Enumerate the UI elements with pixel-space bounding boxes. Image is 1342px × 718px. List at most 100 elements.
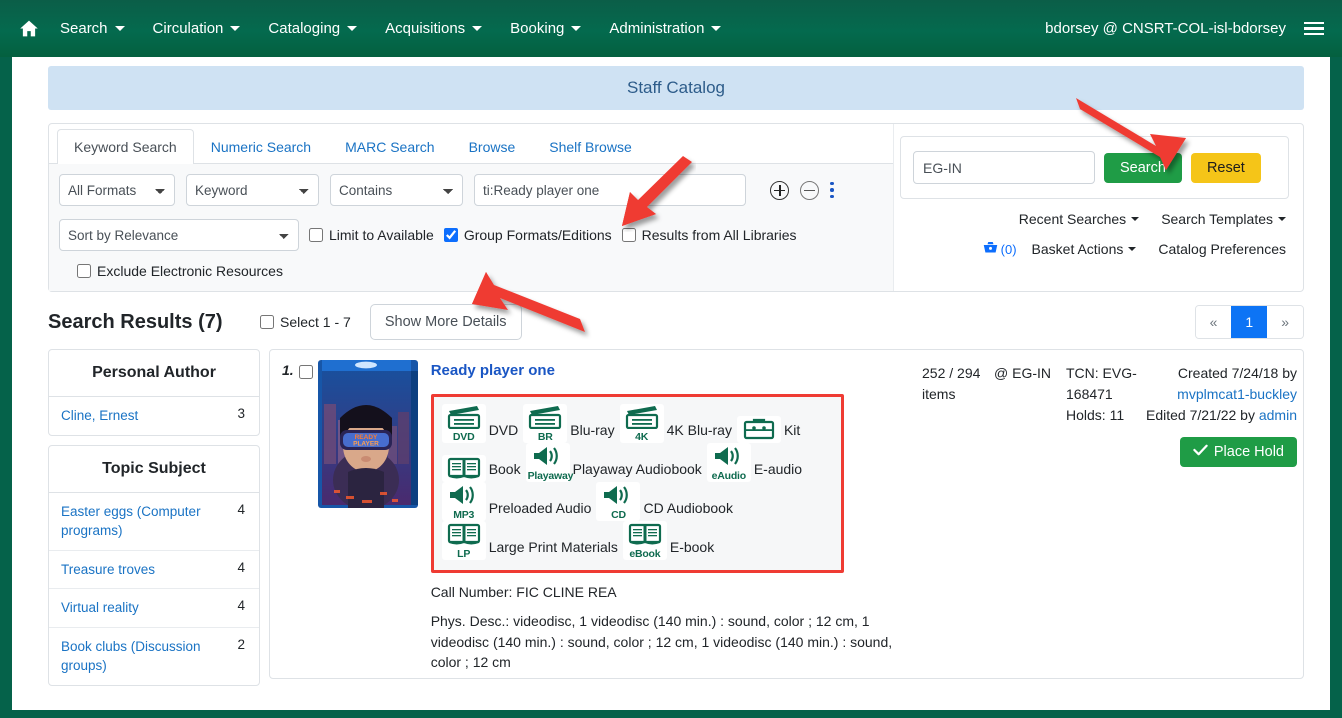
catalog-preferences-link[interactable]: Catalog Preferences bbox=[1147, 234, 1297, 264]
hamburger-menu-icon[interactable] bbox=[1304, 21, 1324, 36]
kebab-menu-icon[interactable] bbox=[830, 181, 834, 199]
kit-icon bbox=[736, 416, 781, 443]
facet-item-label[interactable]: Book clubs (Discussion groups) bbox=[61, 637, 229, 676]
basket-indicator[interactable]: (0) bbox=[981, 239, 1017, 260]
record-select-checkbox[interactable] bbox=[298, 365, 313, 379]
format-large-print-materials[interactable]: LP Large Print Materials bbox=[441, 521, 623, 560]
facet-item[interactable]: Easter eggs (Computer programs) 4 bbox=[49, 493, 259, 551]
group-formats-editions-input[interactable] bbox=[443, 228, 458, 242]
sort-select[interactable]: Sort by Relevance bbox=[59, 219, 299, 251]
group-formats-editions-checkbox[interactable]: Group Formats/Editions bbox=[443, 227, 612, 243]
results-all-libraries-input[interactable] bbox=[621, 228, 636, 242]
search-form: All Formats Keyword Contains ti:Ready pl… bbox=[49, 164, 893, 291]
limit-to-available-input[interactable] bbox=[309, 228, 323, 242]
current-user-label[interactable]: bdorsey @ CNSRT-COL-isl-bdorsey bbox=[1045, 20, 1286, 37]
nav-menu-booking[interactable]: Booking bbox=[496, 14, 595, 43]
record-call-number: Call Number: FIC CLINE REA bbox=[430, 584, 617, 600]
facet-item-count: 4 bbox=[237, 559, 245, 575]
record-created-by-link[interactable]: mvplmcat1-buckley bbox=[1177, 386, 1297, 402]
place-hold-button[interactable]: Place Hold bbox=[1179, 437, 1297, 467]
results-all-libraries-checkbox[interactable]: Results from All Libraries bbox=[621, 227, 797, 243]
format-icons-box: DVD DVD BR Blu-ray 4K 4K Blu-ray Kit Boo… bbox=[430, 394, 844, 573]
reset-button[interactable]: Reset bbox=[1190, 152, 1261, 183]
tab-browse[interactable]: Browse bbox=[452, 129, 533, 164]
pagination-next[interactable]: » bbox=[1267, 306, 1303, 338]
format-caption: LP bbox=[457, 548, 471, 560]
format-cd-audiobook[interactable]: CD CD Audiobook bbox=[596, 482, 738, 521]
basket-actions-dropdown[interactable]: Basket Actions bbox=[1021, 234, 1148, 264]
home-icon[interactable] bbox=[12, 18, 46, 39]
format-e-book[interactable]: eBook E-book bbox=[622, 521, 719, 560]
format-kit[interactable]: Kit bbox=[736, 416, 805, 443]
facet-item[interactable]: Virtual reality 4 bbox=[49, 589, 259, 628]
format-blu-ray[interactable]: BR Blu-ray bbox=[523, 404, 619, 443]
tab-marc-search[interactable]: MARC Search bbox=[328, 129, 451, 164]
tab-shelf-browse[interactable]: Shelf Browse bbox=[532, 129, 648, 164]
pagination-page-1[interactable]: 1 bbox=[1231, 306, 1268, 338]
facet-item-label[interactable]: Virtual reality bbox=[61, 598, 139, 618]
format-row-2: Book Playaway Playaway Audiobook eAudio … bbox=[441, 443, 835, 482]
basket-count: (0) bbox=[1000, 241, 1017, 257]
recent-searches-dropdown[interactable]: Recent Searches bbox=[1008, 204, 1150, 234]
format-label: Book bbox=[488, 461, 521, 477]
record-created: Created 7/24/18 by bbox=[1177, 365, 1297, 381]
operator-select[interactable]: Contains bbox=[330, 174, 463, 206]
record-tcn-block: TCN: EVG-168471 Holds: 11 bbox=[1066, 363, 1142, 678]
facet-item[interactable]: Cline, Ernest 3 bbox=[49, 397, 259, 435]
format-playaway-audiobook[interactable]: Playaway Playaway Audiobook bbox=[525, 443, 707, 482]
tab-keyword-search[interactable]: Keyword Search bbox=[57, 129, 194, 164]
format-caption: BR bbox=[537, 431, 553, 443]
select-all-checkbox[interactable]: Select 1 - 7 bbox=[260, 314, 351, 330]
record-title-link[interactable]: Ready player one bbox=[431, 362, 555, 379]
facet-item[interactable]: Book clubs (Discussion groups) 2 bbox=[49, 628, 259, 685]
format-4k-blu-ray[interactable]: 4K 4K Blu-ray bbox=[619, 404, 737, 443]
format-caption: DVD bbox=[452, 431, 475, 443]
chevron-down-icon bbox=[1131, 217, 1140, 221]
tab-numeric-search[interactable]: Numeric Search bbox=[194, 129, 328, 164]
format-label: E-audio bbox=[753, 461, 803, 477]
nav-menu-cataloging[interactable]: Cataloging bbox=[254, 14, 371, 43]
facet-title: Personal Author bbox=[49, 350, 259, 397]
facet-item-label[interactable]: Easter eggs (Computer programs) bbox=[61, 502, 229, 541]
plus-circle-icon[interactable] bbox=[770, 180, 789, 200]
search-button[interactable]: Search bbox=[1104, 152, 1182, 183]
record-cover-image[interactable]: READY PLAYER bbox=[317, 360, 418, 508]
select-all-input[interactable] bbox=[260, 315, 274, 329]
pagination: « 1 » bbox=[1194, 305, 1304, 339]
format-book[interactable]: Book bbox=[441, 455, 526, 482]
format-preloaded-audio[interactable]: MP3 Preloaded Audio bbox=[441, 482, 597, 521]
format-caption: Playaway bbox=[527, 470, 574, 482]
results-body: Personal Author Cline, Ernest 3 Topic Su… bbox=[48, 349, 1304, 686]
show-more-details-button[interactable]: Show More Details bbox=[369, 304, 522, 340]
format-dvd[interactable]: DVD DVD bbox=[441, 404, 524, 443]
chevron-down-icon bbox=[114, 26, 125, 31]
limit-to-available-checkbox[interactable]: Limit to Available bbox=[309, 227, 434, 243]
nav-menu-circulation[interactable]: Circulation bbox=[139, 14, 255, 43]
library-input[interactable] bbox=[913, 151, 1095, 184]
search-term-input[interactable] bbox=[474, 174, 746, 206]
svg-text:PLAYER: PLAYER bbox=[353, 441, 379, 448]
field-select[interactable]: Keyword bbox=[186, 174, 319, 206]
facet-item-label[interactable]: Treasure troves bbox=[61, 560, 155, 580]
app-root: Search Circulation Cataloging Acquisitio… bbox=[0, 0, 1342, 718]
record-items-count: 252 / 294 items bbox=[922, 365, 981, 402]
facet-item-label[interactable]: Cline, Ernest bbox=[61, 406, 138, 426]
format-caption: CD bbox=[611, 509, 626, 521]
search-templates-dropdown[interactable]: Search Templates bbox=[1150, 204, 1297, 234]
search-tabs: Keyword Search Numeric Search MARC Searc… bbox=[49, 124, 893, 164]
pagination-prev[interactable]: « bbox=[1195, 306, 1232, 338]
nav-menu-administration[interactable]: Administration bbox=[595, 14, 735, 43]
speaker-icon: CD bbox=[596, 482, 641, 521]
format-select[interactable]: All Formats bbox=[59, 174, 175, 206]
exclude-electronic-resources-checkbox[interactable]: Exclude Electronic Resources bbox=[77, 263, 283, 279]
search-templates-label: Search Templates bbox=[1161, 211, 1273, 227]
nav-menu-acquisitions[interactable]: Acquisitions bbox=[371, 14, 496, 43]
facet-item[interactable]: Treasure troves 4 bbox=[49, 551, 259, 590]
exclude-electronic-resources-input[interactable] bbox=[77, 264, 91, 278]
page-title: Staff Catalog bbox=[48, 66, 1304, 110]
format-e-audio[interactable]: eAudio E-audio bbox=[706, 443, 807, 482]
minus-circle-icon[interactable] bbox=[800, 180, 819, 200]
results-all-libraries-label: Results from All Libraries bbox=[641, 227, 797, 243]
nav-menu-search[interactable]: Search bbox=[46, 14, 139, 43]
record-edited-by-link[interactable]: admin bbox=[1259, 407, 1297, 423]
